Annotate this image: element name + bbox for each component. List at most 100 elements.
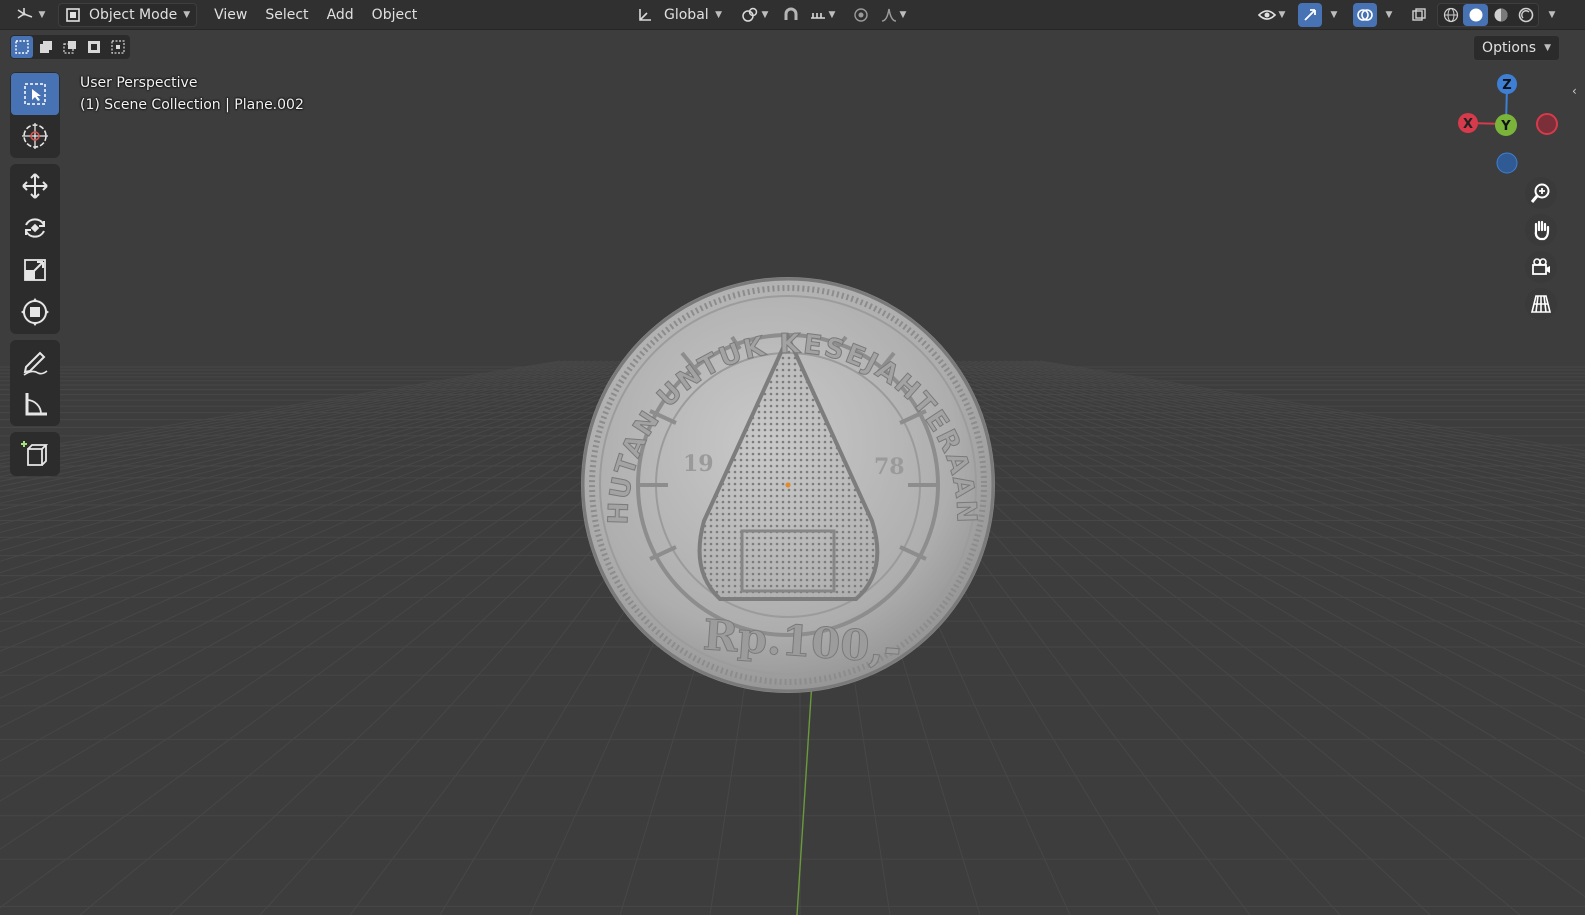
snap-toggle-button[interactable] [778, 3, 804, 27]
shading-options-dropdown[interactable]: ▼ [1542, 3, 1560, 27]
tool-shelf [10, 72, 60, 482]
object-origin [785, 482, 791, 488]
select-extend-icon [40, 41, 52, 53]
wireframe-shading-button[interactable] [1438, 4, 1463, 26]
tool-group-select [10, 72, 60, 158]
chevron-down-icon: ▼ [1544, 43, 1551, 53]
object-mode-icon [66, 7, 80, 22]
navigation-gizmo[interactable]: X Z Y [1450, 70, 1570, 180]
rotate-icon [25, 218, 45, 238]
chevron-down-icon: ▼ [828, 9, 836, 20]
transform-tool[interactable] [11, 291, 59, 333]
ortho-toggle-button[interactable] [1525, 288, 1557, 320]
snap-increment-icon [810, 12, 825, 19]
annotate-tool[interactable] [11, 341, 59, 383]
scale-tool[interactable] [11, 249, 59, 291]
hand-icon [1534, 220, 1550, 241]
gizmo-z-label: Z [1502, 78, 1511, 93]
material-shading-button[interactable] [1488, 4, 1513, 26]
add-cube-tool[interactable] [11, 433, 59, 475]
wireframe-sphere-icon [1443, 7, 1458, 23]
overlays-icon [1357, 8, 1373, 21]
select-subtract-icon [63, 41, 76, 54]
gizmo-neg-x[interactable] [1536, 113, 1558, 135]
collection-info: (1) Scene Collection | Plane.002 [80, 97, 304, 113]
tool-group-add [10, 432, 60, 476]
gizmo-neg-z[interactable] [1496, 152, 1518, 174]
menu-select[interactable]: Select [256, 3, 317, 27]
pivot-point-button[interactable]: ▼ [736, 3, 772, 27]
coin-year-left: 19 [683, 451, 714, 477]
view-name: User Perspective [80, 75, 198, 91]
xray-icon [1412, 7, 1426, 21]
select-box-tool[interactable] [11, 73, 59, 115]
orientation-label: Global [664, 6, 709, 23]
chevron-down-icon: ▼ [183, 9, 191, 20]
pan-button[interactable] [1525, 214, 1557, 246]
menu-object[interactable]: Object [363, 3, 427, 27]
menu-view[interactable]: View [205, 3, 256, 27]
camera-view-button[interactable] [1525, 251, 1557, 283]
select-intersect-button[interactable] [107, 36, 129, 58]
xray-toggle-button[interactable] [1407, 3, 1431, 27]
gizmo-y-label: Y [1500, 119, 1511, 134]
visibility-button[interactable]: ▼ [1253, 3, 1289, 27]
gizmo-toggle-button[interactable] [1298, 2, 1322, 27]
coin-year-right: 78 [874, 454, 905, 480]
pivot-icon [741, 7, 757, 22]
select-invert-button[interactable] [83, 36, 105, 58]
rotate-tool[interactable] [11, 207, 59, 249]
magnet-icon [784, 7, 798, 20]
rendered-shading-button[interactable] [1513, 4, 1538, 26]
add-cube-icon [21, 441, 49, 466]
3d-viewport-icon [17, 7, 32, 19]
falloff-button[interactable]: ▼ [874, 3, 912, 27]
coin-object[interactable]: 19 78 Rp.100,- HUTAN UNTUK KESEJAHTERAAN [581, 277, 995, 693]
menu-add[interactable]: Add [318, 3, 363, 27]
snap-target-button[interactable]: ▼ [804, 3, 840, 27]
chevron-down-icon: ▼ [761, 9, 769, 20]
move-tool[interactable] [11, 165, 59, 207]
proportional-edit-icon [854, 7, 868, 22]
select-subtract-button[interactable] [59, 36, 81, 58]
transform-icon [21, 298, 49, 326]
transform-orientation-dropdown[interactable]: Global ▼ [630, 3, 728, 27]
select-extend-button[interactable] [35, 36, 57, 58]
gizmo-x-label: X [1463, 117, 1473, 132]
solid-shading-button[interactable] [1463, 4, 1488, 26]
viewport-header: ▼ Object Mode ▼ View Select Add Object G… [0, 0, 1585, 30]
gizmo-options-dropdown[interactable]: ▼ [1324, 3, 1342, 27]
selection-mode-group [10, 35, 130, 59]
proportional-edit-button[interactable] [848, 3, 874, 27]
3d-viewport[interactable]: 19 78 Rp.100,- HUTAN UNTUK KESEJAHTERAAN [0, 31, 1585, 915]
rendered-sphere-icon [1518, 7, 1533, 23]
sidebar-toggle-chevron-icon[interactable]: ‹ [1572, 84, 1577, 98]
chevron-down-icon: ▼ [1330, 9, 1338, 20]
overlays-toggle-button[interactable] [1353, 2, 1377, 27]
chevron-down-icon: ▼ [1548, 9, 1556, 20]
zoom-magnifier-icon [1530, 183, 1550, 203]
zoom-button[interactable] [1525, 177, 1557, 209]
options-dropdown[interactable]: Options ▼ [1473, 35, 1560, 61]
measure-tool[interactable] [11, 383, 59, 425]
select-invert-icon [88, 41, 100, 53]
cursor-tool[interactable] [11, 115, 59, 157]
grid-perspective-icon [1530, 295, 1552, 313]
material-sphere-icon [1494, 8, 1507, 22]
move-arrows-icon [22, 173, 48, 199]
mode-label: Object Mode [89, 6, 178, 23]
chevron-down-icon: ▼ [899, 9, 907, 20]
select-new-button[interactable] [11, 36, 33, 58]
shading-mode-group [1437, 3, 1539, 27]
overlays-options-dropdown[interactable]: ▼ [1379, 3, 1397, 27]
options-label: Options [1482, 40, 1537, 56]
falloff-curve-icon [881, 8, 896, 22]
editor-type-button[interactable]: ▼ [12, 3, 48, 27]
mode-dropdown[interactable]: Object Mode ▼ [58, 2, 198, 27]
chevron-down-icon: ▼ [1278, 9, 1286, 20]
select-intersect-icon [111, 40, 125, 54]
scale-icon [24, 259, 46, 281]
chevron-down-icon: ▼ [715, 9, 722, 20]
chevron-down-icon: ▼ [38, 9, 46, 20]
tool-group-transform [10, 164, 60, 334]
